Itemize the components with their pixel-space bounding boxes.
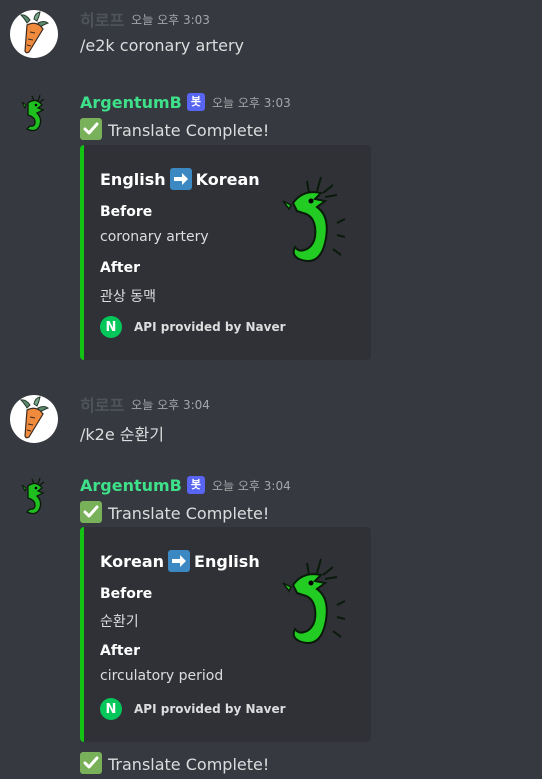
- translation-embed: English Korean Before coronary artery Af…: [80, 145, 371, 360]
- right-arrow-icon: [168, 550, 191, 572]
- source-language: English: [100, 169, 166, 189]
- bot-username[interactable]: ArgentumB: [80, 93, 182, 112]
- message-text: /e2k coronary artery: [80, 36, 244, 55]
- footer-text: API provided by Naver: [134, 320, 286, 334]
- field-value-after: 관상 동맥: [100, 289, 156, 305]
- message-header: ArgentumB 봇 오늘 오후 3:04: [80, 474, 291, 496]
- field-value-after: circulatory period: [100, 668, 224, 684]
- embed-title: Korean English: [100, 550, 260, 572]
- translate-complete-text: Translate Complete!: [108, 755, 270, 774]
- translate-complete-text: Translate Complete!: [108, 121, 270, 140]
- dragon-icon: [21, 477, 45, 515]
- translate-complete-text: Translate Complete!: [108, 504, 270, 523]
- field-name-before: Before: [100, 586, 153, 602]
- message-text: Translate Complete!: [80, 118, 269, 140]
- field-name-after: After: [100, 260, 141, 276]
- check-mark-icon: [80, 752, 102, 774]
- naver-icon: N: [100, 316, 122, 338]
- embed-title: English Korean: [100, 168, 260, 190]
- timestamp: 오늘 오후 3:03: [131, 12, 210, 27]
- field-name-after: After: [100, 643, 141, 659]
- bot-badge: 봇: [186, 93, 205, 111]
- message-text: /k2e 순환기: [80, 425, 164, 444]
- username[interactable]: 히로프: [80, 7, 124, 31]
- message-header: ArgentumB 봇 오늘 오후 3:03: [80, 91, 291, 113]
- field-value-before: coronary artery: [100, 229, 209, 245]
- carrot-icon: [19, 11, 50, 54]
- user-avatar[interactable]: [10, 10, 58, 58]
- bot-badge: 봇: [186, 476, 205, 494]
- embed-footer: N API provided by Naver: [100, 316, 286, 338]
- user-avatar[interactable]: [10, 395, 58, 443]
- bot-avatar[interactable]: [10, 474, 58, 522]
- carrot-icon: [19, 396, 50, 439]
- dragon-thumbnail-icon: [282, 558, 346, 644]
- check-mark-icon: [80, 118, 102, 140]
- username[interactable]: 히로프: [80, 392, 124, 416]
- message-text: Translate Complete!: [80, 501, 269, 523]
- footer-text: API provided by Naver: [134, 702, 286, 716]
- target-language: Korean: [195, 169, 260, 189]
- field-value-before: 순환기: [100, 614, 139, 630]
- dragon-icon: [21, 94, 45, 132]
- naver-icon: N: [100, 698, 122, 720]
- bot-username[interactable]: ArgentumB: [80, 476, 182, 495]
- translation-embed: Korean English Before 순환기 After circulat…: [80, 527, 371, 742]
- field-name-before: Before: [100, 204, 153, 220]
- timestamp: 오늘 오후 3:03: [212, 95, 291, 110]
- source-language: Korean: [100, 551, 165, 571]
- dragon-thumbnail-icon: [282, 176, 346, 262]
- target-language: English: [194, 551, 260, 571]
- embed-footer: N API provided by Naver: [100, 698, 286, 720]
- check-mark-icon: [80, 501, 102, 523]
- right-arrow-icon: [169, 168, 192, 190]
- message-text: Translate Complete!: [80, 752, 269, 774]
- message-header: 히로프 오늘 오후 3:03: [80, 8, 210, 30]
- message-header: 히로프 오늘 오후 3:04: [80, 393, 210, 415]
- bot-avatar[interactable]: [10, 91, 58, 139]
- timestamp: 오늘 오후 3:04: [131, 397, 210, 412]
- timestamp: 오늘 오후 3:04: [212, 478, 291, 493]
